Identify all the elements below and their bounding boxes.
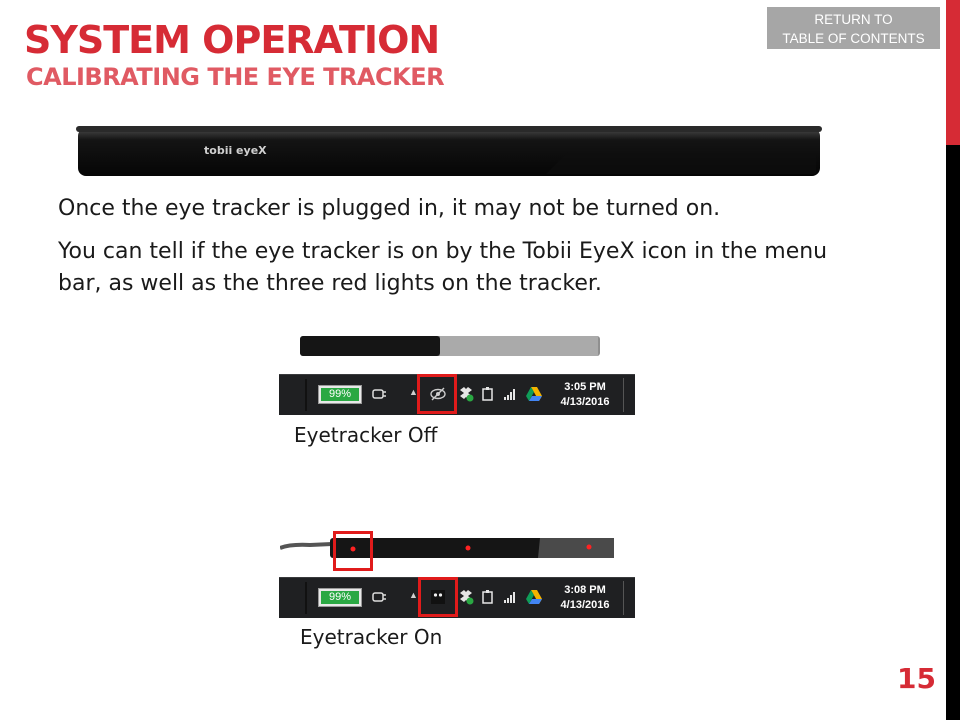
side-accent-black-bar: [946, 145, 960, 720]
show-desktop-button[interactable]: [623, 378, 634, 412]
eye-tracker-device-image: tobii eyeX: [76, 126, 822, 176]
battery-level: 99%: [321, 591, 359, 604]
body-paragraph-1: Once the eye tracker is plugged in, it m…: [58, 196, 721, 221]
battery-indicator[interactable]: 99%: [318, 385, 362, 404]
battery-indicator[interactable]: 99%: [318, 588, 362, 607]
network-signal-icon[interactable]: [501, 588, 519, 606]
clock-time: 3:08 PM: [564, 584, 606, 596]
clock-date: 4/13/2016: [560, 599, 610, 611]
taskbar-off: 99% ▲ 3:05 PM 4/13/2016: [279, 374, 635, 415]
caption-eyetracker-on: Eyetracker On: [300, 625, 443, 649]
eyex-icon-highlight-off: [417, 374, 457, 414]
device-sync-icon[interactable]: [479, 385, 497, 403]
eye-tracker-on-photo: [280, 538, 614, 558]
dropbox-icon[interactable]: [457, 385, 475, 403]
google-drive-icon[interactable]: [525, 385, 543, 403]
device-brand-label: tobii eyeX: [204, 144, 267, 157]
power-plug-icon[interactable]: [371, 386, 387, 402]
return-to-toc-line2: TABLE OF CONTENTS: [782, 31, 925, 46]
taskbar-separator: [305, 379, 307, 411]
eyex-icon-highlight-on: [418, 577, 458, 617]
battery-level: 99%: [321, 388, 359, 401]
return-to-toc-button[interactable]: RETURN TO TABLE OF CONTENTS: [767, 7, 940, 49]
body-paragraph-2: You can tell if the eye tracker is on by…: [58, 239, 828, 296]
eye-tracker-off-photo: [300, 336, 600, 356]
taskbar-separator: [305, 582, 307, 614]
page-subtitle: CALIBRATING THE EYE TRACKER: [26, 63, 445, 91]
red-light-highlight: [333, 531, 373, 571]
clock-time: 3:05 PM: [564, 381, 606, 393]
show-hidden-icons-arrow[interactable]: ▲: [409, 590, 418, 600]
caption-eyetracker-off: Eyetracker Off: [294, 423, 438, 447]
power-plug-icon[interactable]: [371, 589, 387, 605]
show-desktop-button[interactable]: [623, 581, 634, 615]
page-title: SYSTEM OPERATION: [24, 18, 440, 62]
google-drive-icon[interactable]: [525, 588, 543, 606]
clock-date: 4/13/2016: [560, 396, 610, 408]
dropbox-icon[interactable]: [457, 588, 475, 606]
return-to-toc-line1: RETURN TO: [814, 12, 893, 27]
side-accent-red-bar: [946, 0, 960, 145]
device-sync-icon[interactable]: [479, 588, 497, 606]
page-number: 15: [897, 662, 936, 695]
network-signal-icon[interactable]: [501, 385, 519, 403]
